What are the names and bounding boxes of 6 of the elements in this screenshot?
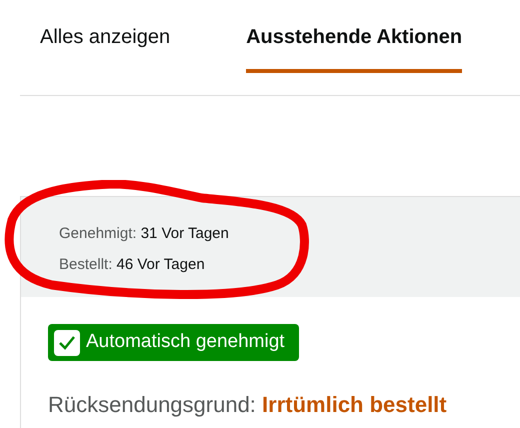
tab[interactable]: Ausstehende Aktionen (246, 0, 462, 73)
date-line: Genehmigt: 31 Vor Tagen (59, 224, 230, 244)
return-reason: Rücksendungsgrund: Irrtümlich bestellt (48, 390, 448, 419)
status-badge: Automatisch genehmigt (48, 324, 299, 361)
date-line: Bestellt: 46 Vor Tagen (59, 254, 206, 274)
tab[interactable]: Alles anzeigen (40, 0, 170, 73)
